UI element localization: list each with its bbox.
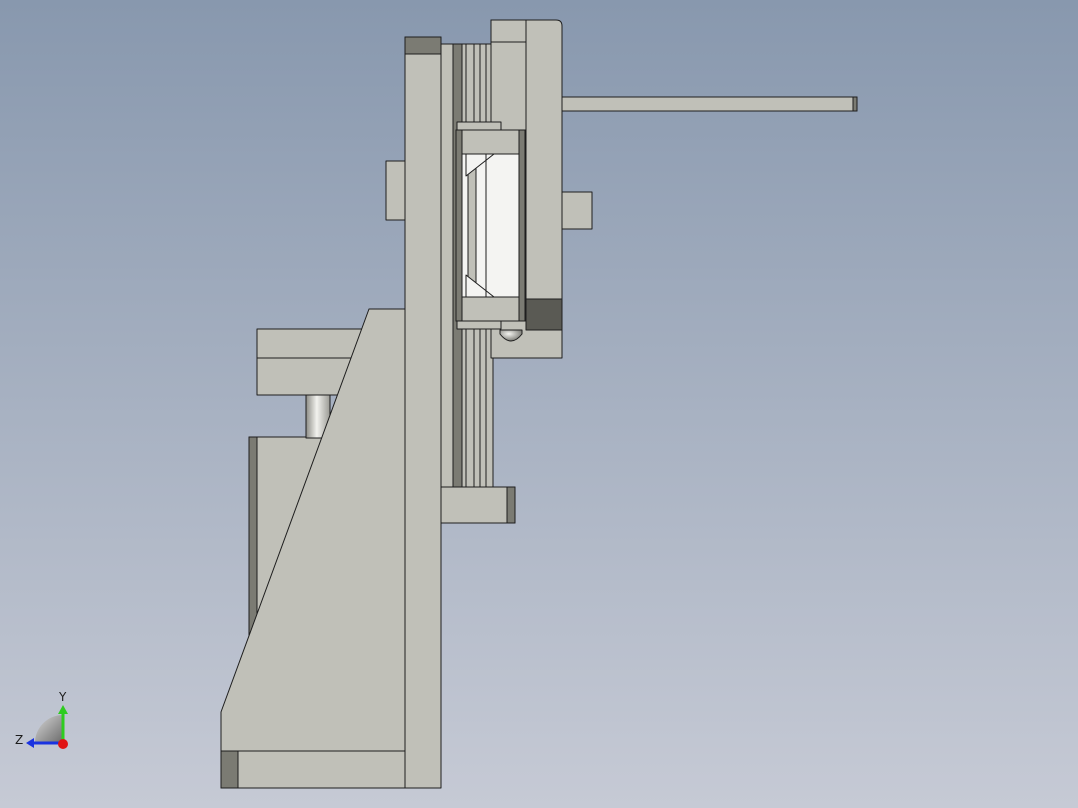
slider-right-shadow [518, 129, 526, 322]
base-plate[interactable] [220, 750, 408, 789]
triad-z-label: Z [15, 733, 23, 747]
upper-left-plate[interactable] [256, 328, 368, 359]
slider-bottom-band [455, 296, 526, 322]
base-plate-end-shadow [220, 750, 239, 789]
slider-bottom-cap [456, 320, 502, 330]
right-tab[interactable] [561, 191, 593, 230]
carriage-top-tab [490, 19, 527, 43]
triad-x-origin [58, 739, 68, 749]
column-cap [404, 36, 442, 55]
cad-viewport[interactable]: Y Z [0, 0, 1078, 808]
slider-left-shadow [455, 129, 463, 322]
left-bracket-shadow-strip [248, 436, 258, 638]
main-column[interactable] [404, 36, 442, 789]
push-rod[interactable] [559, 96, 858, 112]
slider-top-band [455, 129, 526, 155]
rail-stopper[interactable] [440, 486, 516, 524]
carriage-dark-block [525, 298, 563, 331]
triad-y-label: Y [58, 690, 67, 704]
viewport-canvas[interactable]: Y Z [0, 0, 1078, 808]
slider-window-rail [467, 153, 477, 298]
rail-stopper-shadow [506, 486, 516, 524]
slider-top-cap [456, 121, 502, 131]
push-rod-tip [852, 96, 858, 112]
